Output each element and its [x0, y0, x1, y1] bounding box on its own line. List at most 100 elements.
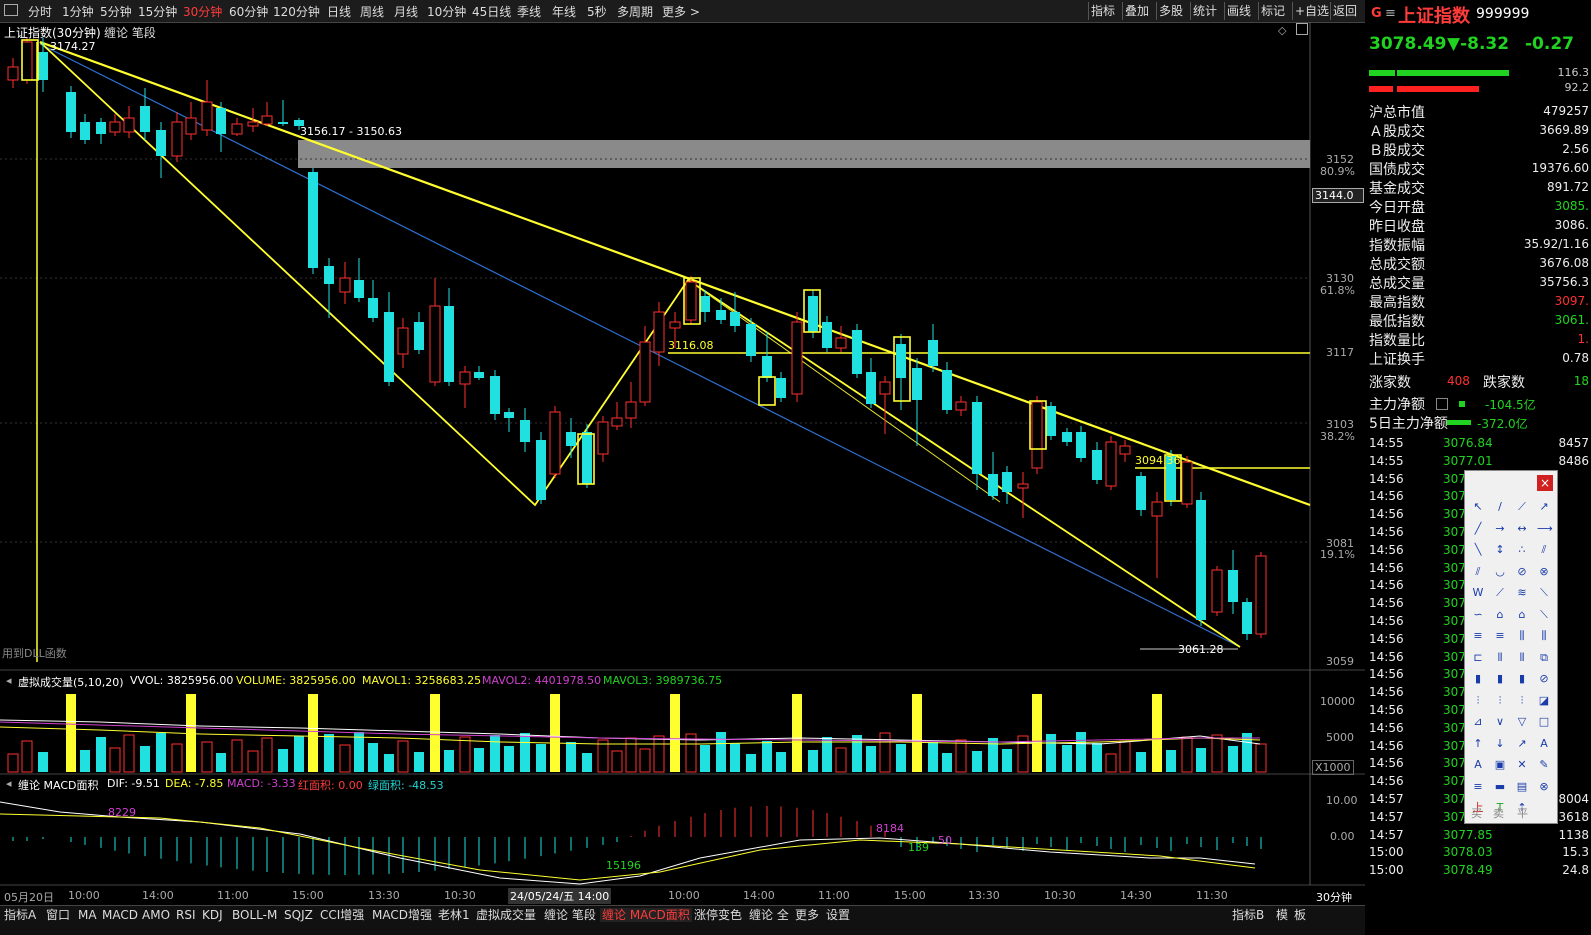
drawing-tool-icon[interactable]: ∨	[1493, 716, 1507, 728]
palette-buy[interactable]: 买	[1471, 805, 1482, 821]
volume-title[interactable]: 虚拟成交量(5,10,20)	[18, 674, 124, 690]
drawing-tool-icon[interactable]: →	[1493, 522, 1507, 535]
tool-overlay[interactable]: 叠加	[1122, 2, 1151, 20]
tab-chan-macd[interactable]: 缠论 MACD面积	[600, 908, 692, 922]
tool-drawline[interactable]: 画线	[1224, 2, 1253, 20]
drawing-tool-icon[interactable]	[1537, 802, 1551, 814]
period-30min[interactable]: 30分钟	[183, 3, 222, 20]
collapse-icon[interactable]: ◂	[6, 777, 12, 790]
drawing-tool-icon[interactable]: /	[1493, 501, 1507, 513]
drawing-tool-icon[interactable]: ▣	[1493, 759, 1507, 771]
macd-title[interactable]: 缠论 MACD面积	[18, 777, 98, 793]
drawing-tool-icon[interactable]: ⫽	[1471, 565, 1485, 578]
drawing-tool-icon[interactable]: W	[1471, 587, 1485, 599]
tool-stats[interactable]: 统计	[1190, 2, 1219, 20]
tab-cci[interactable]: CCI增强	[320, 908, 364, 922]
period-more[interactable]: 更多 >	[662, 3, 700, 20]
tool-back[interactable]: 返回	[1330, 2, 1359, 20]
drawing-tool-icon[interactable]: ▽	[1515, 716, 1529, 728]
tab-board[interactable]: 板	[1294, 908, 1306, 922]
drawing-tool-icon[interactable]: ↑	[1471, 737, 1485, 750]
window-icon[interactable]	[4, 4, 18, 16]
drawing-tool-icon[interactable]: ⊏	[1471, 651, 1485, 664]
period-year[interactable]: 年线	[552, 3, 576, 20]
menu-icon[interactable]: ≡	[1385, 6, 1396, 21]
drawing-tool-icon[interactable]: ↓	[1493, 737, 1507, 750]
tab-laolin[interactable]: 老林1	[438, 908, 470, 922]
drawing-tool-icon[interactable]: ↖	[1471, 501, 1485, 513]
drawing-tool-icon[interactable]: ▤	[1515, 780, 1529, 793]
tab-boll[interactable]: BOLL-M	[232, 908, 277, 922]
tool-mark[interactable]: 标记	[1258, 2, 1287, 20]
drawing-tool-icon[interactable]: ⫼	[1515, 630, 1529, 642]
drawing-tools-palette[interactable]: × ↖ / ⟋ ↗ ╱ → ↔ ⟶ ╲ ↕ ∴ ⫽ ⫽ ◡ ⊘ ⊗ W ⟋ ≋ ⟍ ∽ ⌂ ⌂ ⟍ ≡ ≡ ⫼ ⫼ ⊏ ⫴ ⫴ ⧉ ▮ ▮ ▮ ⊘ ⫶ ⫶…	[1464, 470, 1558, 824]
tab-amo[interactable]: AMO	[142, 908, 170, 922]
drawing-tool-icon[interactable]: ↗	[1515, 737, 1529, 750]
period-month[interactable]: 月线	[394, 3, 418, 20]
palette-flat[interactable]: 平	[1517, 805, 1528, 821]
palette-sell[interactable]: 卖	[1493, 805, 1504, 821]
drawing-tool-icon[interactable]: ▬	[1493, 780, 1507, 793]
period-120min[interactable]: 120分钟	[273, 3, 320, 20]
period-15min[interactable]: 15分钟	[138, 3, 177, 20]
drawing-tool-icon[interactable]: ⟍	[1537, 587, 1551, 599]
tab-kdj[interactable]: KDJ	[202, 908, 223, 922]
drawing-tool-icon[interactable]: A	[1471, 759, 1485, 771]
drawing-tool-icon[interactable]: ⟋	[1493, 587, 1507, 599]
drawing-tool-icon[interactable]: ⧉	[1537, 651, 1551, 664]
period-10min[interactable]: 10分钟	[427, 3, 466, 20]
tab-rsi[interactable]: RSI	[176, 908, 196, 922]
tab-macd[interactable]: MACD	[102, 908, 138, 922]
drawing-tool-icon[interactable]: A	[1537, 737, 1551, 750]
period-1min[interactable]: 1分钟	[62, 3, 94, 20]
drawing-tool-icon[interactable]: ⫴	[1493, 651, 1507, 664]
drawing-tool-icon[interactable]: ⟶	[1537, 522, 1553, 535]
drawing-tool-icon[interactable]: ↔	[1515, 522, 1529, 535]
tab-chan-bi[interactable]: 缠论 笔段	[544, 908, 596, 922]
tab-virtual-volume[interactable]: 虚拟成交量	[476, 908, 536, 922]
tab-more[interactable]: 更多	[795, 908, 819, 922]
tab-sqjz[interactable]: SQJZ	[284, 908, 313, 922]
tab-window[interactable]: 窗口	[46, 908, 70, 922]
drawing-tool-icon[interactable]: ↗	[1537, 501, 1551, 513]
drawing-tool-icon[interactable]: ↕	[1493, 544, 1507, 556]
tab-indicator-a[interactable]: 指标A	[4, 908, 36, 922]
drawing-tool-icon[interactable]: ⫴	[1515, 651, 1529, 664]
collapse-icon[interactable]: ◂	[6, 674, 12, 687]
drawing-tool-icon[interactable]: ⊘	[1537, 673, 1551, 685]
drawing-tool-icon[interactable]: ⟍	[1537, 608, 1551, 621]
drawing-tool-icon[interactable]: ⫶	[1471, 694, 1485, 707]
drawing-tool-icon[interactable]: ≡	[1493, 630, 1507, 642]
period-multi[interactable]: 多周期	[617, 3, 653, 20]
drawing-tool-icon[interactable]: □	[1537, 716, 1551, 728]
drawing-tool-icon[interactable]: ✎	[1537, 759, 1551, 771]
drawing-tool-icon[interactable]: ◪	[1537, 694, 1551, 707]
drawing-tool-icon[interactable]: ∽	[1471, 608, 1485, 621]
period-60min[interactable]: 60分钟	[229, 3, 268, 20]
tool-add-watchlist[interactable]: +自选	[1292, 2, 1331, 20]
drawing-tool-icon[interactable]: ⫶	[1515, 694, 1529, 707]
period-45day[interactable]: 45日线	[472, 3, 511, 20]
drawing-tool-icon[interactable]: ⊿	[1471, 716, 1485, 728]
tool-multistock[interactable]: 多股	[1156, 2, 1185, 20]
drawing-tool-icon[interactable]: ⫶	[1493, 694, 1507, 707]
chart-indicator-name[interactable]: 缠论 笔段	[104, 24, 156, 41]
maximize-icon[interactable]	[1296, 23, 1308, 35]
period-season[interactable]: 季线	[517, 3, 541, 20]
diamond-icon[interactable]: ◇	[1278, 24, 1286, 37]
drawing-tool-icon[interactable]: ╲	[1471, 544, 1485, 556]
tab-template[interactable]: 模	[1276, 908, 1288, 922]
drawing-tool-icon[interactable]: ⟋	[1515, 501, 1529, 513]
drawing-tool-icon[interactable]: ≡	[1471, 630, 1485, 642]
tab-indicator-b[interactable]: 指标B	[1232, 908, 1264, 922]
period-5min[interactable]: 5分钟	[100, 3, 132, 20]
close-icon[interactable]: ×	[1537, 475, 1553, 491]
tab-ma[interactable]: MA	[78, 908, 97, 922]
period-week[interactable]: 周线	[360, 3, 384, 20]
period-5sec[interactable]: 5秒	[587, 3, 607, 20]
period-day[interactable]: 日线	[327, 3, 351, 20]
period-fenshi[interactable]: 分时	[28, 3, 52, 20]
drawing-tool-icon[interactable]: ∴	[1515, 544, 1529, 556]
drawing-tool-icon[interactable]: ≋	[1515, 587, 1529, 599]
tab-limit-up[interactable]: 涨停变色	[694, 908, 742, 922]
